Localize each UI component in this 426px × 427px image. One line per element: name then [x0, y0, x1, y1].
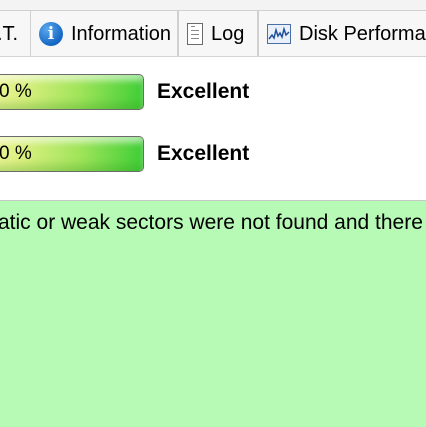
- tab-label-disk-performance: Disk Performance: [299, 22, 426, 45]
- document-icon: [187, 22, 203, 45]
- info-icon: i: [39, 21, 63, 46]
- status-message-text: atic or weak sectors were not found and …: [0, 211, 426, 234]
- tab-label-smart: .T.: [0, 22, 19, 45]
- tab-strip: .T. i Information Log Disk Performance: [0, 0, 426, 57]
- status-message-panel: atic or weak sectors were not found and …: [0, 200, 426, 427]
- tab-smart[interactable]: .T.: [0, 10, 31, 56]
- tab-label-information: Information: [71, 22, 172, 45]
- health-status-label: Excellent: [157, 80, 250, 103]
- tab-information[interactable]: i Information: [30, 10, 178, 56]
- health-row: 0 % Excellent: [0, 72, 426, 112]
- performance-progress-text: 0 %: [0, 143, 32, 164]
- tab-label-log: Log: [211, 22, 245, 45]
- performance-progress-bar: 0 %: [0, 136, 144, 172]
- health-progress-bar: 0 %: [0, 74, 144, 110]
- health-progress-text: 0 %: [0, 81, 32, 102]
- tab-log[interactable]: Log: [178, 10, 258, 56]
- performance-status-label: Excellent: [157, 142, 250, 165]
- tab-disk-performance[interactable]: Disk Performance: [258, 10, 426, 56]
- performance-chart-icon: [267, 23, 291, 44]
- performance-row: 0 % Excellent: [0, 134, 426, 174]
